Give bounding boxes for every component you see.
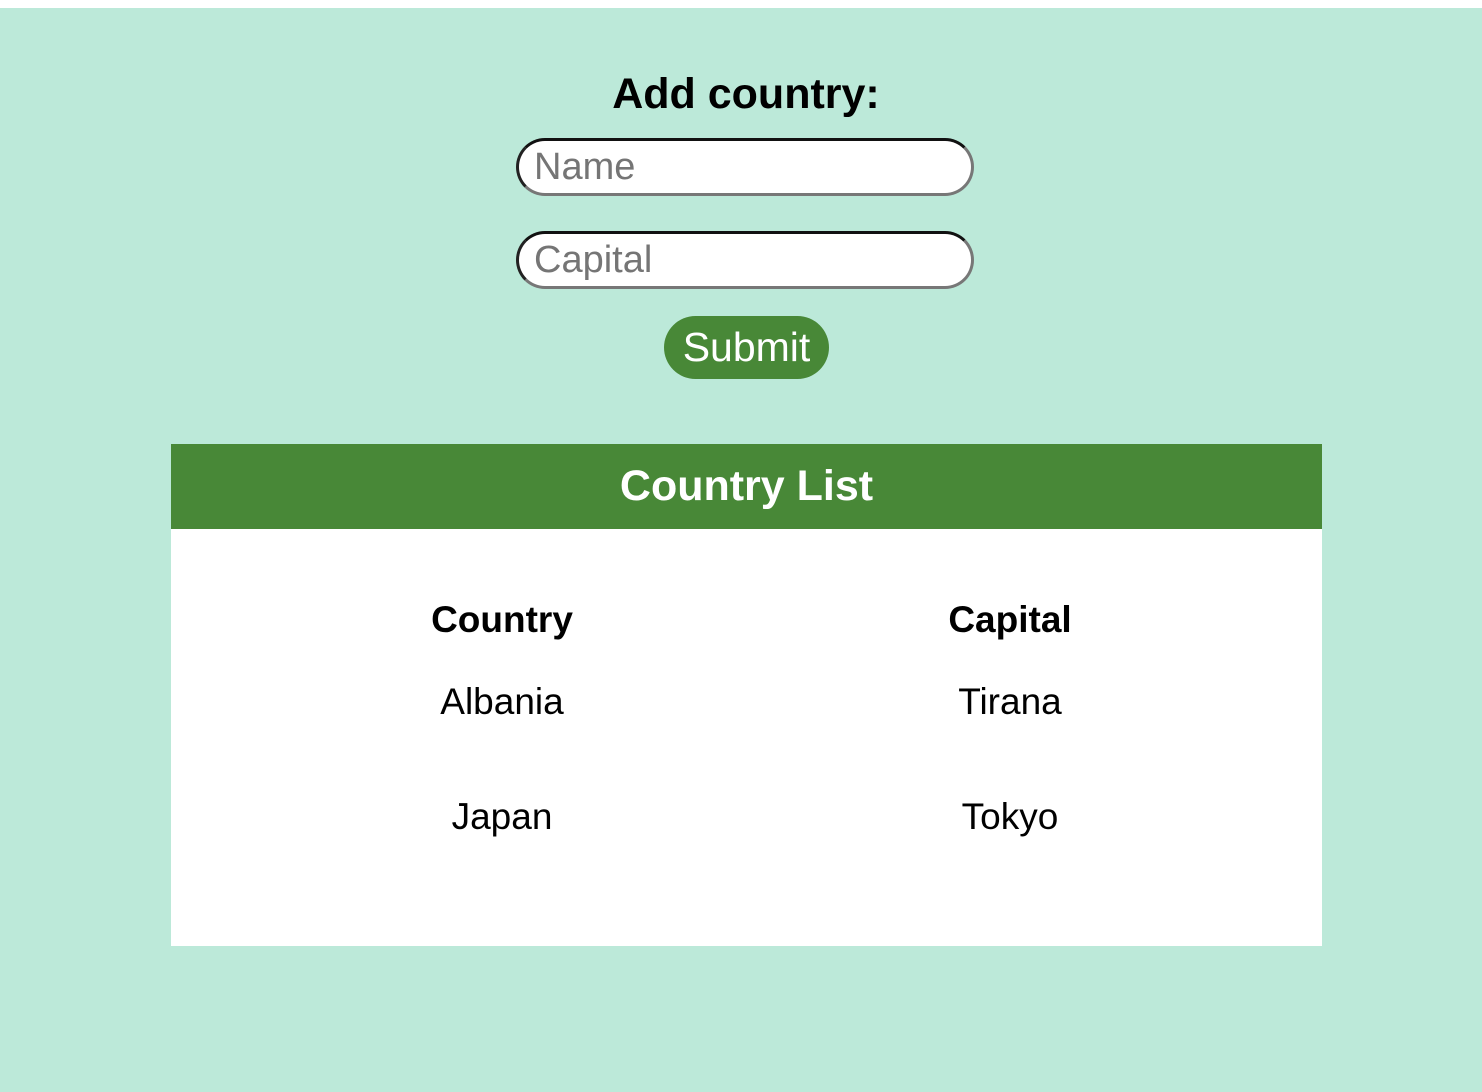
table-cell-capital: Tokyo bbox=[961, 796, 1059, 837]
table-cell-country: Albania bbox=[440, 681, 564, 722]
name-input[interactable] bbox=[516, 138, 974, 196]
column-header-capital: Capital bbox=[948, 599, 1072, 640]
table-cell-capital: Tirana bbox=[958, 681, 1062, 722]
column-header-country: Country bbox=[431, 599, 573, 640]
add-country-heading: Add country: bbox=[612, 70, 880, 118]
capital-input[interactable] bbox=[516, 231, 974, 289]
page-background: Add country: Submit Country List Country… bbox=[0, 8, 1482, 1092]
country-list-title: Country List bbox=[171, 444, 1322, 529]
country-list-card: Country List Country Capital Albania Tir… bbox=[171, 444, 1322, 946]
table-cell-country: Japan bbox=[451, 796, 553, 837]
submit-button[interactable]: Submit bbox=[664, 316, 829, 379]
